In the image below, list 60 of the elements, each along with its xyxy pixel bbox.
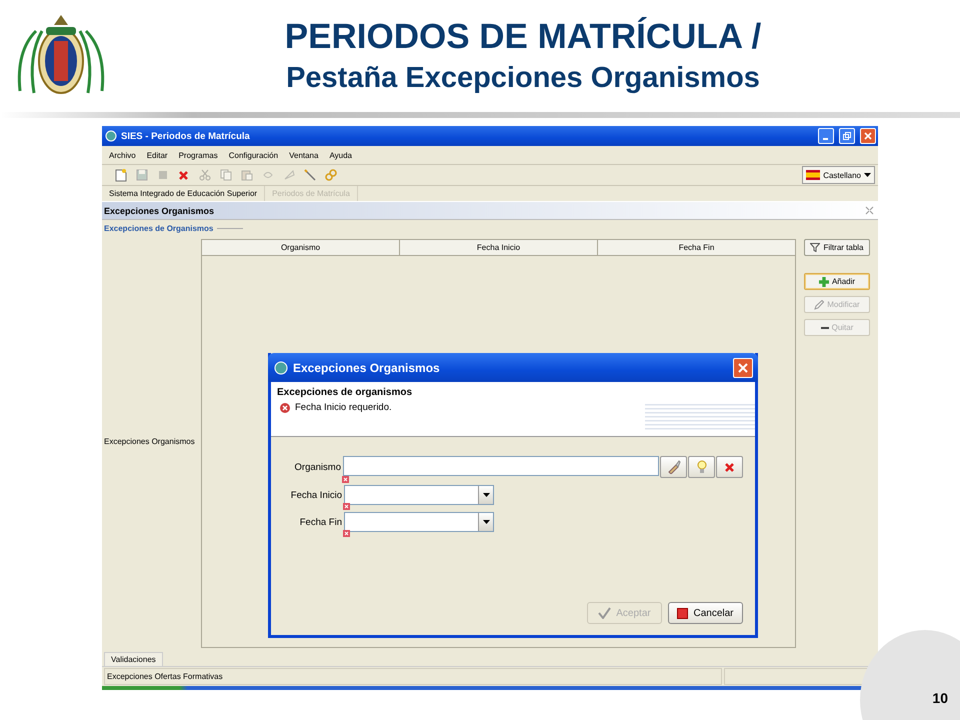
side-label: Excepciones Organismos bbox=[104, 437, 195, 446]
dialog-title: Excepciones Organismos bbox=[293, 360, 440, 374]
check-icon bbox=[598, 607, 612, 619]
field-label: Fecha Inicio bbox=[290, 490, 343, 500]
group-title: Excepciones de Organismos bbox=[104, 224, 214, 232]
minus-icon bbox=[820, 326, 829, 328]
plus-icon bbox=[818, 276, 829, 286]
collapse-icon[interactable] bbox=[865, 206, 874, 215]
input-field[interactable] bbox=[343, 456, 659, 476]
action-button[interactable]: Añadir bbox=[804, 273, 870, 290]
close-button[interactable] bbox=[733, 358, 753, 378]
brush-icon bbox=[666, 460, 680, 474]
new-document-icon[interactable] bbox=[114, 168, 126, 182]
slide-subtitle: Pestaña Excepciones Organismos bbox=[286, 61, 760, 96]
close-icon bbox=[864, 132, 872, 140]
action-button[interactable]: Filtrar tabla bbox=[804, 239, 870, 256]
status-text: Excepciones Ofertas Formativas bbox=[104, 668, 722, 685]
flag-icon bbox=[806, 170, 820, 180]
close-button[interactable] bbox=[860, 128, 876, 144]
lightbulb-icon bbox=[696, 460, 706, 474]
menu-item[interactable]: Configuración bbox=[228, 150, 278, 160]
column-header[interactable]: Fecha Fin bbox=[598, 240, 795, 255]
menu-item[interactable]: Archivo bbox=[109, 150, 136, 160]
restore-icon bbox=[843, 132, 851, 140]
dialog-heading: Excepciones de organismos bbox=[277, 387, 414, 398]
column-header[interactable]: Organismo bbox=[202, 240, 400, 255]
error-icon bbox=[280, 402, 290, 412]
dialog-button[interactable]: Cancelar bbox=[668, 602, 743, 624]
funnel-icon bbox=[810, 243, 820, 252]
pencil-icon bbox=[814, 300, 824, 310]
stop-icon bbox=[677, 608, 688, 618]
dropdown-arrow-icon bbox=[482, 520, 490, 524]
section-header: Excepciones Organismos bbox=[102, 201, 878, 220]
date-dropdown[interactable] bbox=[344, 485, 494, 505]
delete-icon[interactable] bbox=[178, 170, 189, 180]
column-header[interactable]: Fecha Inicio bbox=[400, 240, 598, 255]
restore-button[interactable] bbox=[839, 128, 855, 144]
window-title: SIES - Periodos de Matrícula bbox=[121, 130, 250, 142]
language-dropdown[interactable]: Castellano bbox=[802, 166, 875, 184]
clear-button[interactable] bbox=[716, 456, 743, 478]
menu-item[interactable]: Editar bbox=[146, 150, 168, 160]
field-label: Fecha Fin bbox=[298, 516, 343, 528]
minimize-button[interactable] bbox=[818, 128, 834, 144]
page-number: 10 bbox=[932, 690, 948, 706]
date-dropdown[interactable] bbox=[344, 512, 494, 532]
search-button[interactable] bbox=[660, 456, 687, 478]
slide-title: PERIODOS DE MATRÍCULA / bbox=[284, 16, 762, 58]
chain-link-icon[interactable] bbox=[324, 169, 336, 181]
dropdown-arrow-icon bbox=[482, 493, 490, 497]
field-label: Organismo bbox=[294, 462, 342, 472]
close-icon bbox=[738, 362, 748, 372]
menu-item[interactable]: Ventana bbox=[289, 150, 318, 160]
tab[interactable]: Validaciones bbox=[104, 652, 163, 666]
menu-item[interactable]: Programas bbox=[178, 150, 218, 160]
delete-icon bbox=[724, 462, 735, 472]
menu-item[interactable]: Ayuda bbox=[329, 150, 352, 160]
lightbulb-button[interactable] bbox=[688, 456, 715, 478]
error-message: Fecha Inicio requerido. bbox=[295, 402, 392, 413]
dropdown-arrow-icon bbox=[864, 173, 871, 177]
wand-icon[interactable] bbox=[304, 169, 316, 181]
